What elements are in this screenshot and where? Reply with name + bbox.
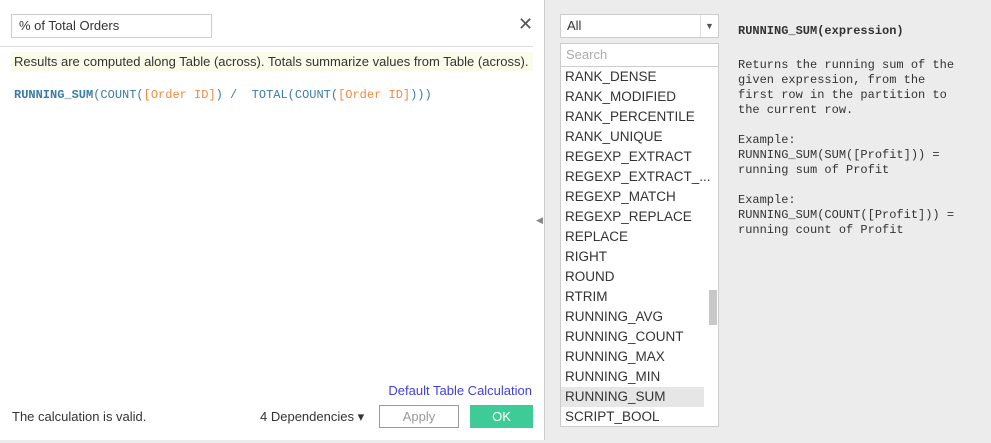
calc-editor-panel: % of Total Orders ✕ Results are computed… bbox=[0, 0, 545, 440]
help-title: RUNNING_SUM(expression) bbox=[738, 24, 904, 38]
table-calc-info: Results are computed along Table (across… bbox=[11, 52, 533, 71]
function-list-item[interactable]: RUNNING_COUNT bbox=[561, 327, 704, 347]
function-list-item[interactable]: RUNNING_SUM bbox=[561, 387, 704, 407]
formula-editor[interactable]: RUNNING_SUM(COUNT([Order ID]) / TOTAL(CO… bbox=[14, 88, 432, 102]
function-list-item[interactable]: RANK_PERCENTILE bbox=[561, 107, 704, 127]
function-list-item[interactable]: REGEXP_EXTRACT_... bbox=[561, 167, 711, 187]
function-list-item[interactable]: RTRIM bbox=[561, 287, 704, 307]
function-list-item[interactable]: SCRIPT_BOOL bbox=[561, 407, 704, 426]
divider bbox=[0, 46, 533, 47]
help-example: Example: RUNNING_SUM(SUM([Profit])) = ru… bbox=[738, 133, 940, 177]
function-help: RUNNING_SUM(expression) Returns the runni… bbox=[738, 24, 954, 253]
function-list-item[interactable]: ROUND bbox=[561, 267, 704, 287]
function-list-item[interactable]: RANK_DENSE bbox=[561, 67, 704, 87]
calc-name-input[interactable]: % of Total Orders bbox=[11, 14, 212, 38]
function-search-input[interactable]: Search bbox=[560, 43, 719, 67]
scrollbar-thumb[interactable] bbox=[709, 290, 717, 325]
formula-text: ) / TOTAL(COUNT( bbox=[215, 88, 339, 102]
collapse-icon[interactable]: ◀ bbox=[536, 215, 543, 226]
function-list-item[interactable]: RUNNING_AVG bbox=[561, 307, 704, 327]
dependencies-dropdown[interactable]: 4 Dependencies ▾ bbox=[260, 409, 364, 425]
close-icon[interactable]: ✕ bbox=[518, 14, 533, 35]
apply-button[interactable]: Apply bbox=[379, 405, 459, 428]
formula-function: RUNNING_SUM bbox=[14, 88, 94, 102]
default-table-calculation-link[interactable]: Default Table Calculation bbox=[388, 383, 532, 398]
function-list-item[interactable]: REGEXP_REPLACE bbox=[561, 207, 704, 227]
help-example: Example: RUNNING_SUM(COUNT([Profit])) = … bbox=[738, 193, 955, 237]
formula-text: (COUNT( bbox=[93, 88, 144, 102]
filter-value: All bbox=[567, 18, 582, 33]
function-list-item[interactable]: RANK_UNIQUE bbox=[561, 127, 704, 147]
function-list-item[interactable]: REPLACE bbox=[561, 227, 704, 247]
function-category-select[interactable]: All ▼ bbox=[560, 14, 719, 38]
function-list-item[interactable]: RUNNING_MAX bbox=[561, 347, 704, 367]
ok-button[interactable]: OK bbox=[470, 405, 533, 428]
function-list-item[interactable]: REGEXP_EXTRACT bbox=[561, 147, 704, 167]
chevron-down-icon: ▼ bbox=[700, 15, 718, 37]
function-list-item[interactable]: RIGHT bbox=[561, 247, 704, 267]
status-text: The calculation is valid. bbox=[12, 409, 147, 424]
function-list-item[interactable]: RUNNING_MIN bbox=[561, 367, 704, 387]
formula-text: ))) bbox=[410, 88, 432, 102]
help-description: Returns the running sum of the given exp… bbox=[738, 58, 955, 117]
formula-field: [Order ID] bbox=[143, 88, 216, 102]
function-list: RANK_DENSE RANK_MODIFIED RANK_PERCENTILE RA… bbox=[560, 67, 719, 427]
formula-field: [Order ID] bbox=[338, 88, 411, 102]
function-list-item[interactable]: REGEXP_MATCH bbox=[561, 187, 704, 207]
function-list-item[interactable]: RANK_MODIFIED bbox=[561, 87, 704, 107]
